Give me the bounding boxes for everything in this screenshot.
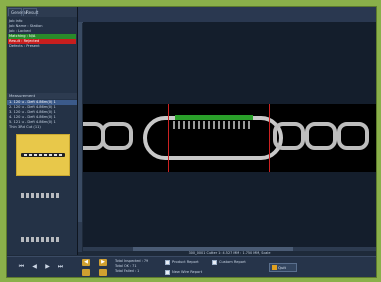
tab-general[interactable]: General (8, 8, 27, 16)
stop-icon[interactable] (82, 269, 90, 276)
record-icon[interactable] (99, 269, 107, 276)
custom-report-button[interactable]: Custom Report (212, 259, 246, 266)
total-failed: Total Failed : 1 (115, 269, 140, 273)
panel-tabs: General Result (7, 7, 77, 17)
new-wire-report-button[interactable]: New Wire Report (165, 269, 202, 276)
info-row: Defects : Present (9, 44, 40, 48)
thumbnail-selected[interactable] (16, 134, 70, 176)
document-icon (212, 260, 217, 265)
marker-line (168, 104, 169, 172)
measurement-list: 1. 120 u - Defi 4.86m(0) 1 2. 120 u - De… (7, 100, 77, 130)
measurement-overlay (175, 115, 253, 120)
last-icon[interactable]: ⏭ (57, 263, 64, 271)
thumbnail[interactable] (21, 237, 61, 242)
measurement-header: Measurement (7, 93, 77, 99)
first-icon[interactable]: ⏮ (18, 263, 25, 271)
thumbnail-scrollbar[interactable] (78, 22, 82, 252)
document-icon (165, 260, 170, 265)
view-header (77, 7, 376, 23)
thumbnail[interactable] (21, 193, 61, 198)
prev-icon[interactable]: ◀ (31, 263, 38, 271)
inspection-image (83, 104, 376, 172)
measurement-item[interactable]: Thin 3Rd Cut (11) (7, 125, 77, 130)
exit-icon (272, 265, 277, 270)
play-icon[interactable]: ◀ (82, 259, 90, 266)
image-shape (173, 121, 253, 129)
marker-line (269, 104, 270, 172)
product-report-button[interactable]: Product Report (165, 259, 199, 266)
tab-result[interactable]: Result (23, 8, 38, 16)
image-shape (337, 122, 369, 150)
next-icon[interactable]: ▶ (44, 263, 51, 271)
image-shape (273, 122, 305, 150)
application-window: General Result Job info Job Name : Stati… (6, 6, 377, 278)
image-shape (305, 122, 337, 150)
document-icon (165, 270, 170, 275)
image-shape (101, 122, 133, 150)
left-panel: General Result Job info Job Name : Stati… (7, 7, 78, 255)
image-view[interactable] (83, 22, 376, 247)
counters: Total Inspected : 79 Total OK : 71 Total… (115, 259, 160, 274)
job-info: Job info Job Name : Station Job : Locked… (8, 19, 76, 49)
forward-icon[interactable]: ▶ (99, 259, 107, 266)
quit-button[interactable]: Quit (269, 263, 297, 272)
bottom-toolbar: ⏮ ◀ ▶ ⏭ ◀ ▶ Total Inspected : 79 Total O… (7, 256, 376, 277)
